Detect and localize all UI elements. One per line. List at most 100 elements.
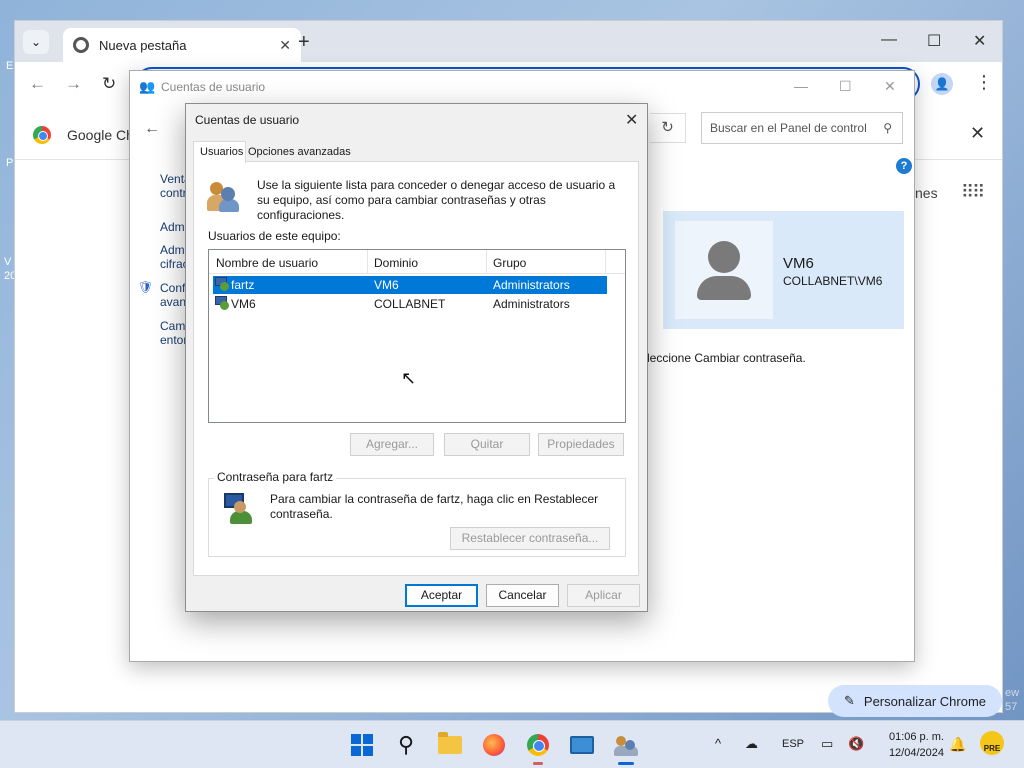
folder-icon <box>438 732 462 754</box>
search-icon: ⚲ <box>883 121 892 135</box>
row-group: Administrators <box>493 278 570 292</box>
desktop-text: V <box>4 256 12 268</box>
search-button[interactable]: ⚲ <box>392 731 420 759</box>
users-icon <box>207 179 241 213</box>
cancel-button[interactable]: Cancelar <box>486 584 559 607</box>
cp-title: Cuentas de usuario <box>161 80 266 94</box>
tab-search-button[interactable]: ⌄ <box>23 30 49 54</box>
refresh-icon[interactable]: ↻ <box>650 113 686 143</box>
start-button[interactable] <box>348 731 376 759</box>
table-row[interactable]: fartz VM6 Administrators <box>213 276 607 294</box>
search-icon: ⚲ <box>397 732 415 757</box>
desktop-text: 57 <box>1005 701 1018 713</box>
close-icon[interactable]: ✕ <box>625 110 638 130</box>
reload-icon[interactable]: ↻ <box>102 74 116 94</box>
intro-text: Use la siguiente lista para conceder o d… <box>257 178 616 222</box>
tab-strip: ⌄ Nueva pestaña ✕ + — ☐ ✕ <box>15 21 1002 62</box>
ntp-text: nes <box>915 185 938 201</box>
help-icon[interactable]: ? <box>896 158 912 174</box>
windows-logo-icon <box>351 734 373 756</box>
user-accounts-icon: 👥 <box>139 79 156 94</box>
add-user-button[interactable]: Agregar... <box>350 433 434 456</box>
chevron-down-icon: ⌄ <box>30 35 42 49</box>
close-icon[interactable]: ✕ <box>279 37 291 54</box>
mouse-cursor-icon: ↖ <box>401 368 417 388</box>
notification-bell-icon[interactable]: 🔔 <box>949 736 966 753</box>
chevron-up-icon[interactable]: ^ <box>715 736 721 751</box>
customize-chrome-button[interactable]: ✎ Personalizar Chrome <box>828 685 1002 717</box>
user-accounts-taskbar-button[interactable] <box>612 731 640 759</box>
active-indicator <box>618 762 634 765</box>
close-window-icon[interactable]: ✕ <box>973 31 986 51</box>
chrome-favicon-icon <box>73 37 89 53</box>
search-placeholder: Buscar en el Panel de control <box>710 121 867 135</box>
column-header-domain[interactable]: Dominio <box>374 256 418 270</box>
password-text: Para cambiar la contraseña de fartz, hag… <box>270 492 599 521</box>
tab-new-tab[interactable]: Nueva pestaña ✕ <box>63 28 301 62</box>
chrome-logo-icon <box>33 126 51 144</box>
maximize-icon[interactable]: ☐ <box>927 31 941 51</box>
forward-icon[interactable]: → <box>65 74 82 94</box>
tab-title: Nueva pestaña <box>99 37 187 53</box>
new-tab-button[interactable]: + <box>298 31 310 54</box>
user-name: VM6 <box>783 255 814 272</box>
desktop-text: E <box>6 60 14 72</box>
row-name: VM6 <box>231 297 256 311</box>
sidebar-link[interactable]: Admi <box>160 220 187 234</box>
chrome-icon <box>527 734 549 756</box>
column-header-name[interactable]: Nombre de usuario <box>216 256 318 270</box>
desktop-text: ew <box>1005 687 1020 699</box>
control-panel-icon <box>570 736 594 754</box>
properties-button[interactable]: Propiedades <box>538 433 624 456</box>
user-accounts-icon <box>614 734 638 756</box>
profile-icon[interactable]: 👤 <box>931 73 953 95</box>
apps-grid-icon[interactable]: ⠿⠿ <box>961 182 985 203</box>
cloud-off-icon[interactable]: ☁ <box>745 736 758 752</box>
apply-button[interactable]: Aplicar <box>567 584 640 607</box>
file-explorer-button[interactable] <box>436 731 464 759</box>
clock[interactable]: 01:06 p. m. 12/04/2024 <box>868 729 944 761</box>
ok-button[interactable]: Aceptar <box>405 584 478 607</box>
network-icon[interactable]: ▭ <box>821 736 833 752</box>
pencil-icon: ✎ <box>844 693 855 708</box>
running-indicator <box>533 762 543 765</box>
user-password-icon <box>224 493 256 525</box>
avatar <box>675 221 773 319</box>
volume-muted-icon[interactable]: 🔇 <box>848 736 864 752</box>
clock-date: 12/04/2024 <box>888 747 944 759</box>
customize-label: Personalizar Chrome <box>863 693 987 709</box>
close-window-icon[interactable]: ✕ <box>884 78 896 95</box>
row-group: Administrators <box>493 297 570 311</box>
clock-time: 01:06 p. m. <box>888 731 944 743</box>
user-domain: COLLABNET\VM6 <box>783 274 883 288</box>
user-icon <box>215 296 229 310</box>
firefox-button[interactable] <box>480 731 508 759</box>
column-header-group[interactable]: Grupo <box>493 256 526 270</box>
close-icon[interactable]: ✕ <box>970 123 985 144</box>
control-panel-button[interactable] <box>568 731 596 759</box>
user-icon <box>215 277 229 291</box>
taskbar: ⚲ ^ ☁ ESP ▭ 🔇 01:06 p. m. 12/04/2024 🔔 P… <box>0 720 1024 768</box>
tab-opciones-avanzadas[interactable]: Opciones avanzadas <box>248 146 351 158</box>
user-accounts-dialog: Cuentas de usuario ✕ Usuarios Opciones a… <box>185 103 648 612</box>
minimize-icon[interactable]: — <box>881 31 897 49</box>
cp-title-bar: 👥 Cuentas de usuario — ☐ ✕ <box>130 71 914 103</box>
minimize-icon[interactable]: — <box>794 78 808 94</box>
tab-usuarios[interactable]: Usuarios <box>193 141 246 163</box>
remove-user-button[interactable]: Quitar <box>444 433 530 456</box>
language-indicator[interactable]: ESP <box>782 738 804 750</box>
chrome-taskbar-button[interactable] <box>524 731 552 759</box>
cp-search-input[interactable]: Buscar en el Panel de control ⚲ <box>701 112 903 144</box>
users-list[interactable]: Nombre de usuario Dominio Grupo fartz VM… <box>208 249 626 423</box>
back-icon[interactable]: ← <box>144 120 160 138</box>
menu-icon[interactable]: ⋮ <box>975 72 993 93</box>
firefox-icon <box>483 734 505 756</box>
reset-password-button[interactable]: Restablecer contraseña... <box>450 527 610 550</box>
preview-badge-icon[interactable]: PRE <box>980 731 1004 755</box>
back-icon[interactable]: ← <box>29 74 46 94</box>
cp-text: leccione Cambiar contraseña. <box>647 351 806 365</box>
maximize-icon[interactable]: ☐ <box>839 78 852 95</box>
list-header: Nombre de usuario Dominio Grupo <box>209 250 625 274</box>
desktop-text: P <box>6 157 14 169</box>
table-row[interactable]: VM6 COLLABNET Administrators <box>213 295 607 313</box>
